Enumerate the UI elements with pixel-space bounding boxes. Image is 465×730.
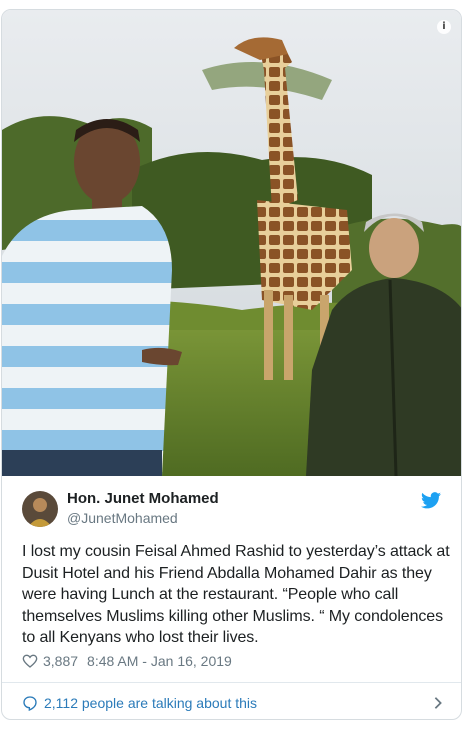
heart-icon[interactable] (22, 654, 38, 668)
chevron-right-icon (434, 697, 442, 709)
tweet-timestamp[interactable]: 8:48 AM - Jan 16, 2019 (87, 653, 232, 669)
divider (2, 682, 461, 683)
author-avatar[interactable] (22, 491, 58, 527)
avatar-image (22, 491, 58, 527)
conversation-label: 2,112 people are talking about this (44, 695, 258, 711)
twitter-bird-icon[interactable] (421, 492, 441, 509)
speech-bubble-icon (23, 696, 37, 711)
conversation-link[interactable]: 2,112 people are talking about this (22, 694, 443, 712)
author-display-name[interactable]: Hon. Junet Mohamed (67, 490, 219, 507)
tweet-meta: 3,887 8:48 AM - Jan 16, 2019 (22, 653, 232, 669)
tweet-text: I lost my cousin Feisal Ahmed Rashid to … (22, 543, 450, 647)
tweet-embed-card: i Hon. Junet Mohamed @JunetMohamed I los… (1, 9, 462, 720)
tweet-photo[interactable] (2, 10, 462, 476)
like-count[interactable]: 3,887 (43, 653, 78, 669)
author-handle[interactable]: @JunetMohamed (67, 510, 178, 526)
info-icon[interactable]: i (437, 20, 451, 34)
